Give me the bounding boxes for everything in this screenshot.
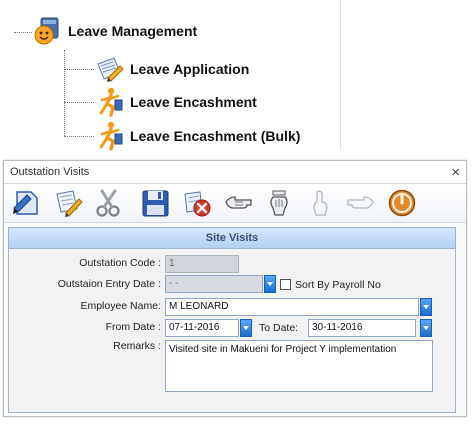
- delete-icon[interactable]: [90, 186, 128, 220]
- dialog-toolbar: [4, 184, 466, 223]
- panel-header: Site Visits: [9, 228, 455, 249]
- employee-name-field[interactable]: M LEONARD: [165, 298, 419, 316]
- cancel-icon[interactable]: [178, 186, 216, 220]
- new-record-icon[interactable]: [8, 186, 46, 220]
- remarks-textarea[interactable]: Visited site in Makueni for Project Y im…: [165, 340, 433, 392]
- tree-node-label: Leave Encashment (Bulk): [130, 128, 301, 144]
- previous-record-icon[interactable]: [260, 186, 298, 220]
- dialog-title: Outstation Visits: [10, 166, 90, 178]
- to-date-dropdown-button[interactable]: [420, 319, 432, 337]
- to-date-label: To Date:: [259, 322, 299, 334]
- dialog-titlebar: Outstation Visits ×: [4, 161, 466, 184]
- from-date-field[interactable]: 07-11-2016: [165, 319, 239, 337]
- module-tree: Leave Management Leave Application Leave…: [0, 0, 341, 151]
- tree-node-label: Leave Encashment: [130, 94, 257, 110]
- close-icon[interactable]: ×: [451, 165, 460, 180]
- tree-node-label: Leave Application: [130, 61, 250, 77]
- tree-node-leave-encashment[interactable]: Leave Encashment: [94, 87, 257, 117]
- from-date-label: From Date :: [105, 321, 161, 333]
- outstation-visits-dialog: Outstation Visits × Site Visits Outstati…: [3, 160, 467, 417]
- employee-name-label: Employee Name:: [80, 300, 161, 312]
- entry-date-label: Outstaion Entry Date :: [57, 278, 161, 290]
- tree-node-leave-management[interactable]: Leave Management: [32, 16, 197, 46]
- to-date-field[interactable]: 30-11-2016: [308, 319, 416, 337]
- panel-title: Site Visits: [205, 232, 259, 244]
- site-visits-panel: Site Visits Outstation Code : 1 Outstaio…: [8, 227, 456, 413]
- leave-encashment-icon: [94, 87, 124, 117]
- tree-node-label: Leave Management: [68, 23, 198, 39]
- tree-node-leave-application[interactable]: Leave Application: [94, 54, 249, 84]
- edit-icon[interactable]: [49, 186, 87, 220]
- save-icon[interactable]: [137, 186, 175, 220]
- sort-by-payroll-checkbox[interactable]: [280, 279, 291, 290]
- leave-encashment-bulk-icon: [94, 121, 124, 151]
- tree-connector: [64, 136, 94, 137]
- employee-name-dropdown-button[interactable]: [420, 298, 432, 316]
- leave-application-icon: [94, 54, 124, 84]
- tree-node-leave-encashment-bulk[interactable]: Leave Encashment (Bulk): [94, 121, 300, 151]
- last-record-icon[interactable]: [342, 186, 380, 220]
- outstation-code-field: 1: [165, 255, 239, 273]
- leave-management-icon: [32, 16, 62, 46]
- tree-connector: [64, 50, 65, 136]
- first-record-icon[interactable]: [219, 186, 257, 220]
- next-record-icon[interactable]: [301, 186, 339, 220]
- outstation-code-label: Outstation Code :: [79, 257, 161, 269]
- tree-connector: [14, 32, 32, 33]
- tree-connector: [64, 69, 94, 70]
- tree-connector: [64, 102, 94, 103]
- exit-icon[interactable]: [383, 186, 421, 220]
- sort-by-payroll-label: Sort By Payroll No: [295, 279, 381, 291]
- entry-date-dropdown-button[interactable]: [264, 275, 276, 293]
- entry-date-field[interactable]: - -: [165, 275, 263, 293]
- remarks-label: Remarks :: [113, 340, 161, 352]
- from-date-dropdown-button[interactable]: [240, 319, 252, 337]
